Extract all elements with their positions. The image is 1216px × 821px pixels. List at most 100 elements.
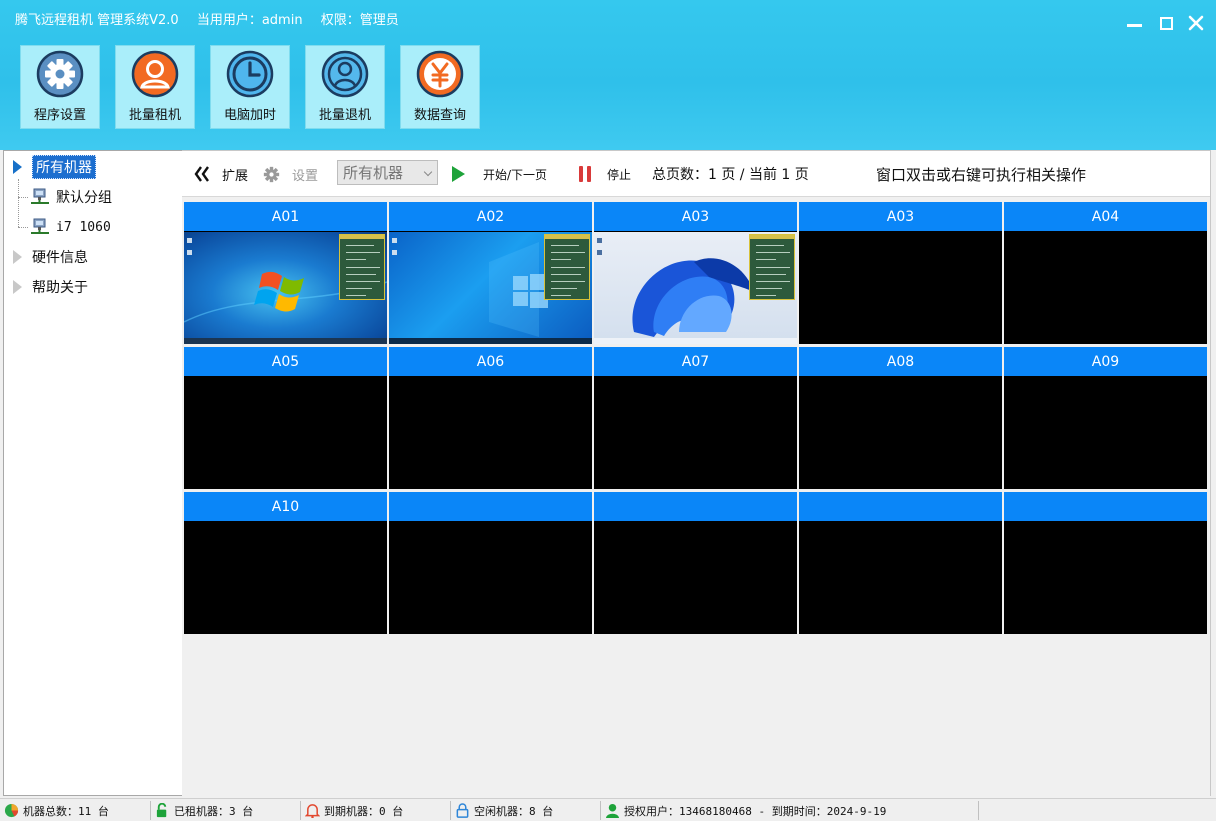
rented-machines-status: 已租机器：3 台	[155, 799, 253, 821]
close-button[interactable]	[1182, 10, 1210, 36]
machine-cell[interactable]: A09	[1004, 347, 1207, 489]
machine-tree: 所有机器 默认分组 i7 1060 硬件信息 帮助关于	[3, 150, 183, 796]
expand-arrow-icon[interactable]	[13, 280, 22, 294]
machine-filter-select[interactable]: 所有机器	[337, 160, 438, 185]
expired-machines-text: 到期机器：0 台	[324, 804, 404, 818]
machine-name: A01	[184, 202, 387, 231]
machine-cell[interactable]: A07	[594, 347, 797, 489]
machine-name	[799, 492, 1002, 521]
unlock-icon	[156, 803, 167, 818]
machine-cell[interactable]: A08	[799, 347, 1002, 489]
machine-cell[interactable]	[389, 492, 592, 634]
expand-button[interactable]: 扩展	[194, 151, 248, 197]
tree-node-label: 硬件信息	[32, 250, 88, 266]
remote-screen-preview[interactable]	[799, 377, 1002, 489]
program-settings-button[interactable]: 程序设置	[20, 45, 100, 129]
machine-name: A04	[1004, 202, 1207, 231]
double-chevron-left-icon	[194, 166, 209, 182]
network-computer-icon	[31, 188, 49, 204]
expand-arrow-icon[interactable]	[13, 250, 22, 264]
tree-node-default-group[interactable]: 默认分组	[30, 185, 112, 209]
lock-icon	[456, 803, 469, 818]
chevron-down-icon	[423, 167, 433, 177]
page-info: 总页数：1 页 / 当前 1 页	[652, 167, 809, 183]
remote-screen-preview[interactable]	[799, 232, 1002, 344]
idle-machines-status: 空闲机器：8 台	[455, 799, 553, 821]
remote-screen-preview[interactable]	[594, 377, 797, 489]
bell-icon	[305, 804, 320, 818]
total-machines-text: 机器总数：11 台	[23, 804, 109, 818]
machine-cell[interactable]	[594, 492, 797, 634]
total-machines-status: 机器总数：11 台	[4, 799, 109, 821]
machine-cell[interactable]: A04	[1004, 202, 1207, 344]
remote-screen-preview[interactable]	[1004, 522, 1207, 634]
tree-node-i7-1060[interactable]: i7 1060	[30, 215, 111, 239]
machine-cell[interactable]: A02	[389, 202, 592, 344]
add-time-button[interactable]: 电脑加时	[210, 45, 290, 129]
close-icon	[1188, 15, 1204, 31]
machine-cell[interactable]: A10	[184, 492, 387, 634]
tree-node-hardware-info[interactable]: 硬件信息	[13, 245, 88, 269]
app-title: 腾飞远程租机 管理系统V2.0	[15, 13, 179, 28]
remote-screen-preview[interactable]	[1004, 377, 1207, 489]
tree-node-help-about[interactable]: 帮助关于	[13, 275, 88, 299]
machine-cell[interactable]: A03	[799, 202, 1002, 344]
title-bar: 腾飞远程租机 管理系统V2.0 当用用户：admin 权限：管理员 程序设置 批…	[0, 0, 1216, 150]
machine-name: A07	[594, 347, 797, 376]
machine-cell[interactable]: A01	[184, 202, 387, 344]
stop-button[interactable]: 停止	[578, 151, 631, 197]
stop-label: 停止	[607, 167, 632, 182]
machine-cell[interactable]: A05	[184, 347, 387, 489]
remote-info-panel	[544, 234, 590, 300]
user-outline-icon	[321, 50, 369, 98]
batch-rent-button[interactable]: 批量租机	[115, 45, 195, 129]
tree-node-label: 默认分组	[56, 190, 112, 206]
tool-label: 电脑加时	[223, 108, 276, 123]
remote-screen-preview[interactable]	[799, 522, 1002, 634]
tree-node-all-machines[interactable]: 所有机器	[13, 155, 96, 179]
expand-label: 扩展	[222, 168, 249, 184]
status-separator	[150, 801, 151, 820]
machine-name	[1004, 492, 1207, 521]
current-user: 当用用户：admin	[196, 13, 303, 28]
start-next-page-button[interactable]: 开始/下一页	[449, 151, 547, 197]
data-query-button[interactable]: 数据查询	[400, 45, 480, 129]
remote-screen-preview[interactable]	[594, 232, 797, 344]
machine-cell[interactable]	[1004, 492, 1207, 634]
remote-screen-preview[interactable]	[389, 377, 592, 489]
batch-return-button[interactable]: 批量退机	[305, 45, 385, 129]
remote-screen-preview[interactable]	[389, 522, 592, 634]
remote-screen-preview[interactable]	[184, 232, 387, 344]
machine-cell[interactable]: A06	[389, 347, 592, 489]
tree-node-label: 帮助关于	[32, 280, 88, 296]
tool-label: 批量租机	[128, 108, 181, 123]
status-separator	[450, 801, 451, 820]
status-bar: 机器总数：11 台 已租机器：3 台 到期机器：0 台 空闲机器：8 台 授权用…	[0, 798, 1216, 821]
settings-button[interactable]: 设置	[263, 151, 318, 197]
machine-name: A02	[389, 202, 592, 231]
settings-label: 设置	[292, 168, 319, 184]
remote-screen-preview[interactable]	[184, 522, 387, 634]
expand-arrow-icon[interactable]	[13, 160, 22, 174]
machine-cell[interactable]: A03	[594, 202, 797, 344]
remote-screen-preview[interactable]	[184, 377, 387, 489]
gear-icon	[263, 166, 280, 182]
tool-label: 数据查询	[413, 108, 466, 123]
user-icon	[605, 803, 620, 818]
remote-screen-preview[interactable]	[594, 522, 797, 634]
license-status: 授权用户：13468180468 - 到期时间：2024-9-19	[605, 799, 886, 821]
machine-cell[interactable]	[799, 492, 1002, 634]
remote-screen-preview[interactable]	[389, 232, 592, 344]
rented-machines-text: 已租机器：3 台	[174, 804, 254, 818]
status-separator	[600, 801, 601, 820]
status-separator	[300, 801, 301, 820]
network-computer-icon	[31, 218, 49, 234]
user-role: 权限：管理员	[320, 13, 399, 28]
maximize-button[interactable]	[1152, 10, 1180, 36]
clock-icon	[226, 50, 274, 98]
remote-screen-preview[interactable]	[1004, 232, 1207, 344]
machine-name: A08	[799, 347, 1002, 376]
tree-connector	[18, 179, 19, 227]
remote-info-panel	[339, 234, 385, 300]
minimize-button[interactable]	[1120, 10, 1148, 36]
